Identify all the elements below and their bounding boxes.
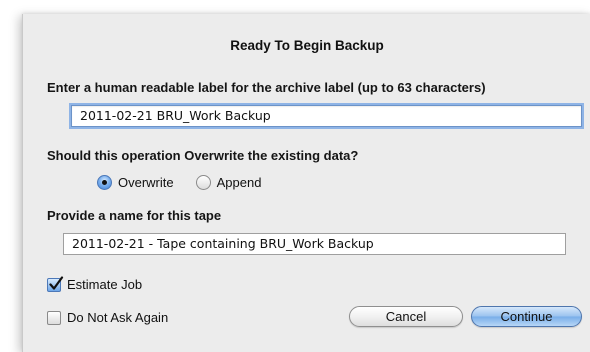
- overwrite-prompt: Should this operation Overwrite the exis…: [47, 148, 359, 163]
- estimate-job-label: Estimate Job: [67, 277, 143, 292]
- checkbox-checked-icon: [47, 275, 64, 292]
- estimate-job-checkbox[interactable]: Estimate Job: [47, 275, 143, 292]
- tape-name-input[interactable]: 2011-02-21 - Tape containing BRU_Work Ba…: [63, 233, 566, 255]
- tape-name-prompt: Provide a name for this tape: [47, 208, 222, 223]
- checkbox-unchecked-icon: [47, 310, 61, 325]
- cancel-button[interactable]: Cancel: [349, 306, 463, 327]
- radio-selected-icon: [97, 175, 112, 190]
- do-not-ask-label: Do Not Ask Again: [67, 310, 169, 325]
- backup-dialog: Ready To Begin Backup Enter a human read…: [22, 14, 590, 352]
- archive-label-prompt: Enter a human readable label for the arc…: [47, 80, 486, 95]
- dialog-title: Ready To Begin Backup: [230, 38, 384, 53]
- append-radio-label: Append: [216, 175, 262, 190]
- overwrite-radio[interactable]: Overwrite: [97, 175, 174, 190]
- continue-button[interactable]: Continue: [471, 306, 582, 327]
- do-not-ask-checkbox[interactable]: Do Not Ask Again: [47, 310, 168, 325]
- write-mode-radio-group: Overwrite Append: [97, 175, 283, 190]
- radio-unselected-icon: [195, 175, 211, 190]
- overwrite-radio-label: Overwrite: [118, 175, 174, 190]
- append-radio[interactable]: Append: [195, 175, 262, 190]
- archive-label-input[interactable]: 2011-02-21 BRU_Work Backup: [71, 105, 582, 127]
